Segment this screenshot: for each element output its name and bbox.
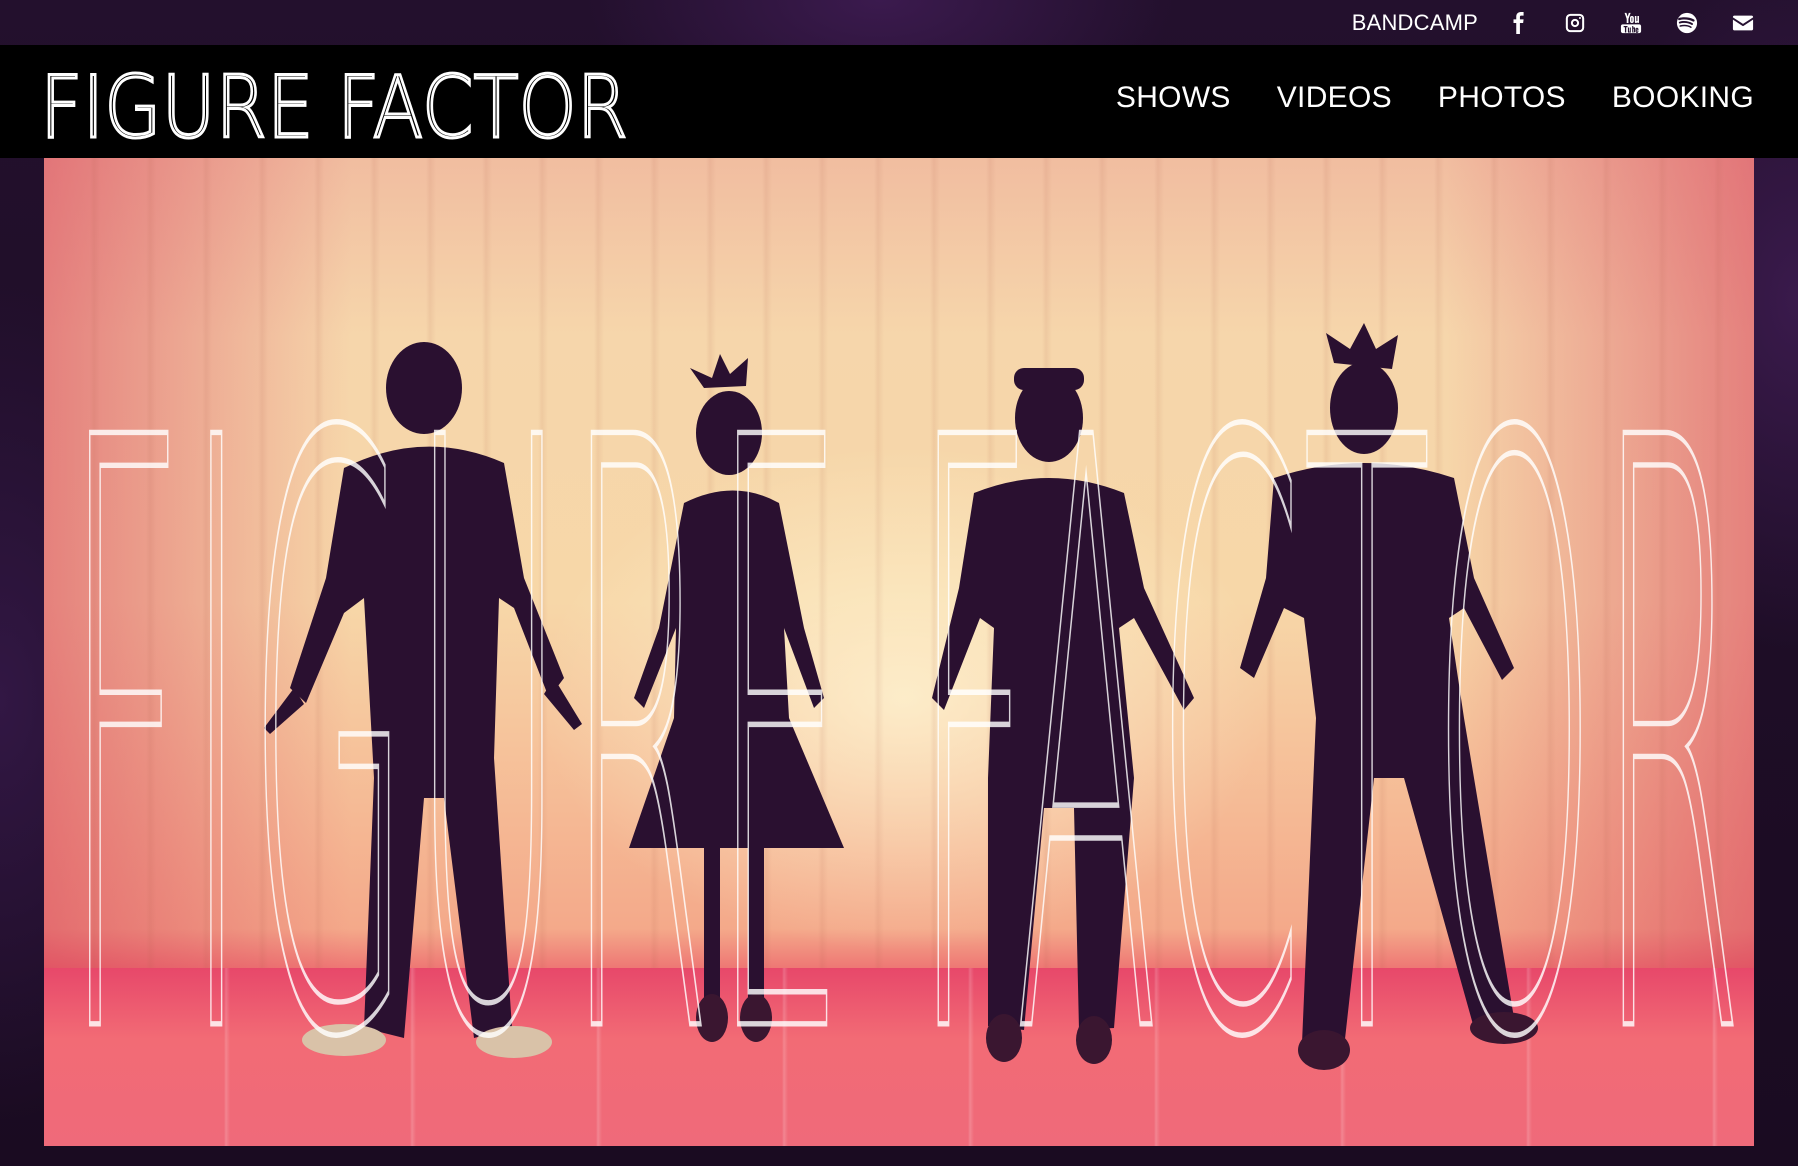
bandcamp-link[interactable]: BANDCAMP	[1352, 10, 1478, 36]
envelope-icon[interactable]	[1732, 12, 1754, 34]
main-navbar: FIGURE FACTOR SHOWS VIDEOS PHOTOS BOOKIN…	[0, 45, 1798, 158]
nav-booking[interactable]: BOOKING	[1612, 81, 1754, 115]
hero-band-photo: FIGURE FACTOR	[44, 158, 1754, 1146]
hero-title-text: FIGURE FACTOR	[64, 271, 1744, 1146]
instagram-icon[interactable]	[1564, 12, 1586, 34]
social-links	[1508, 11, 1754, 34]
figure-factor-logo[interactable]: FIGURE FACTOR	[40, 63, 630, 143]
spotify-icon[interactable]	[1676, 12, 1698, 34]
facebook-icon[interactable]	[1508, 11, 1530, 34]
youtube-icon[interactable]	[1620, 12, 1642, 34]
hero-title-overlay: FIGURE FACTOR	[61, 267, 1747, 1146]
main-nav: SHOWS VIDEOS PHOTOS BOOKING	[1116, 81, 1754, 115]
social-topbar: BANDCAMP	[0, 0, 1798, 45]
nav-videos[interactable]: VIDEOS	[1277, 81, 1392, 115]
nav-photos[interactable]: PHOTOS	[1438, 81, 1566, 115]
nav-shows[interactable]: SHOWS	[1116, 81, 1231, 115]
logo-text: FIGURE FACTOR	[40, 63, 628, 143]
